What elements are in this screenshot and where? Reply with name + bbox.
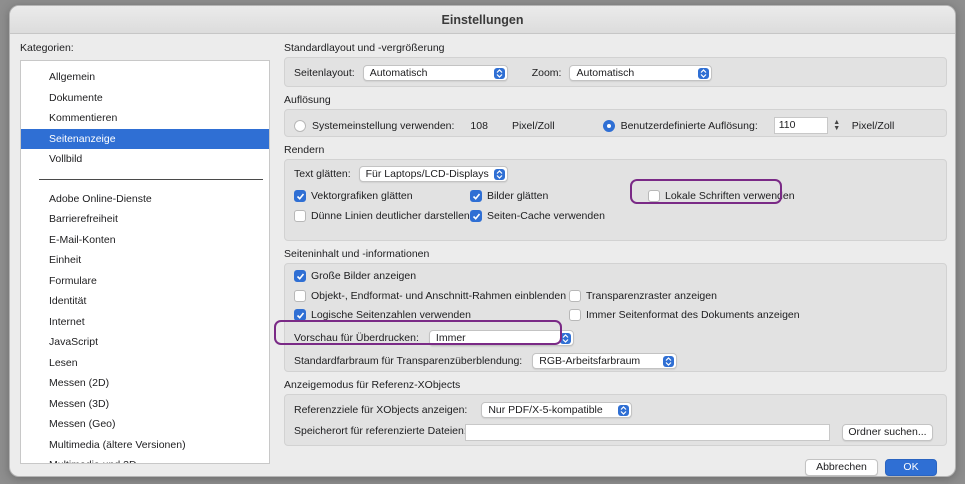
xobject-targets-select[interactable]: Nur PDF/X-5-kompatible — [481, 402, 633, 418]
resolution-stepper-icon[interactable]: ▲ ▼ — [832, 119, 842, 132]
image-smoothing-checkbox[interactable] — [470, 190, 482, 202]
category-item[interactable]: Vollbild — [21, 149, 269, 170]
resolution-section: Systemeinstellung verwenden: 108 Pixel/Z… — [284, 109, 947, 137]
preferences-window: Einstellungen Kategorien: Allgemein Dokum… — [9, 5, 956, 477]
category-separator — [39, 178, 263, 180]
local-fonts-checkbox[interactable] — [648, 190, 660, 202]
large-images-label: Große Bilder anzeigen — [311, 270, 417, 282]
select-chevron-icon — [698, 67, 710, 79]
layout-section: Seitenlayout: Automatisch Zoom: Automati… — [284, 57, 947, 87]
select-chevron-icon — [493, 168, 505, 180]
boxes-checkbox[interactable] — [294, 290, 306, 302]
blend-space-select[interactable]: RGB-Arbeitsfarbraum — [532, 353, 678, 369]
content-section-title: Seiteninhalt und -informationen — [284, 248, 430, 260]
xobjects-section-title: Anzeigemodus für Referenz-XObjects — [284, 379, 461, 391]
vector-smoothing-label: Vektorgrafiken glätten — [311, 190, 413, 202]
xobjects-section: Referenzziele für XObjects anzeigen: Nur… — [284, 394, 947, 446]
render-section: Text glätten: Für Laptops/LCD-Displays V… — [284, 159, 947, 241]
system-resolution-label: Systemeinstellung verwenden: — [312, 119, 455, 132]
select-chevron-icon — [663, 355, 675, 367]
transparency-grid-label: Transparenzraster anzeigen — [586, 290, 717, 302]
category-item[interactable]: Formulare — [21, 271, 269, 292]
page-size-checkbox[interactable] — [569, 309, 581, 321]
seitenlayout-label: Seitenlayout: — [294, 67, 355, 79]
category-item[interactable]: Multimedia (ältere Versionen) — [21, 435, 269, 456]
overprint-select[interactable]: Immer — [428, 330, 574, 346]
zoom-select[interactable]: Automatisch — [569, 65, 713, 81]
category-item[interactable]: Multimedia und 3D — [21, 455, 269, 463]
smooth-text-select[interactable]: Für Laptops/LCD-Displays — [358, 166, 508, 182]
seitenlayout-select[interactable]: Automatisch — [362, 65, 508, 81]
content-section: Große Bilder anzeigen Objekt-, Endformat… — [284, 263, 947, 372]
categories-list[interactable]: Allgemein Dokumente Kommentieren Seitenanze… — [20, 60, 270, 464]
location-label: Speicherort für referenzierte Dateien: — [294, 425, 467, 437]
category-item[interactable]: Seitenanzeige — [21, 128, 269, 149]
category-item[interactable]: Messen (2D) — [21, 373, 269, 394]
custom-resolution-label: Benutzerdefinierte Auflösung: — [620, 119, 758, 132]
location-input[interactable] — [465, 424, 830, 441]
system-resolution-unit: Pixel/Zoll — [511, 119, 555, 132]
category-item[interactable]: Barrierefreiheit — [21, 209, 269, 230]
overprint-label: Vorschau für Überdrucken: — [294, 332, 419, 344]
select-chevron-icon — [493, 67, 505, 79]
category-item[interactable]: Adobe Online-Dienste — [21, 189, 269, 210]
category-item[interactable]: Internet — [21, 312, 269, 333]
category-item[interactable]: Kommentieren — [21, 108, 269, 129]
system-resolution-radio[interactable] — [294, 119, 306, 132]
category-item[interactable]: Allgemein — [21, 67, 269, 88]
logical-pages-label: Logische Seitenzahlen verwenden — [311, 309, 471, 321]
category-item[interactable]: Lesen — [21, 353, 269, 374]
page-cache-label: Seiten-Cache verwenden — [487, 210, 605, 222]
thin-lines-checkbox[interactable] — [294, 210, 306, 222]
category-item[interactable]: Messen (Geo) — [21, 414, 269, 435]
system-resolution-value: 108 — [470, 119, 488, 132]
custom-resolution-radio[interactable] — [602, 119, 615, 132]
custom-resolution-unit: Pixel/Zoll — [851, 119, 895, 132]
category-item[interactable]: Einheit — [21, 250, 269, 271]
large-images-checkbox[interactable] — [294, 270, 306, 282]
xobject-targets-label: Referenzziele für XObjects anzeigen: — [294, 404, 468, 416]
thin-lines-label: Dünne Linien deutlicher darstellen — [311, 210, 470, 222]
render-section-title: Rendern — [284, 144, 325, 156]
categories-label: Kategorien: — [20, 42, 74, 54]
local-fonts-label: Lokale Schriften verwenden — [665, 190, 795, 202]
category-item[interactable]: E-Mail-Konten — [21, 230, 269, 251]
resolution-section-title: Auflösung — [284, 94, 331, 106]
zoom-label: Zoom: — [531, 67, 562, 79]
transparency-grid-checkbox[interactable] — [569, 290, 581, 302]
blend-space-label: Standardfarbraum für Transparenzüberblen… — [294, 355, 523, 367]
select-chevron-icon — [559, 332, 571, 344]
category-item[interactable]: Dokumente — [21, 88, 269, 109]
vector-smoothing-checkbox[interactable] — [294, 190, 306, 202]
logical-pages-checkbox[interactable] — [294, 309, 306, 321]
page-size-label: Immer Seitenformat des Dokuments anzeige… — [586, 309, 800, 321]
category-item[interactable]: Messen (3D) — [21, 394, 269, 415]
smooth-text-label: Text glätten: — [294, 168, 351, 180]
image-smoothing-label: Bilder glätten — [487, 190, 549, 202]
custom-resolution-input[interactable]: 110 — [773, 117, 828, 134]
browse-folder-button[interactable]: Ordner suchen... — [842, 424, 933, 441]
cancel-button[interactable]: Abbrechen — [805, 459, 878, 476]
select-chevron-icon — [618, 404, 630, 416]
layout-section-title: Standardlayout und -vergrößerung — [284, 42, 445, 54]
page-cache-checkbox[interactable] — [470, 210, 482, 222]
boxes-label: Objekt-, Endformat- und Anschnitt-Rahmen… — [311, 290, 567, 302]
ok-button[interactable]: OK — [885, 459, 937, 476]
category-item[interactable]: Identität — [21, 291, 269, 312]
window-title: Einstellungen — [10, 6, 955, 34]
category-item[interactable]: JavaScript — [21, 332, 269, 353]
